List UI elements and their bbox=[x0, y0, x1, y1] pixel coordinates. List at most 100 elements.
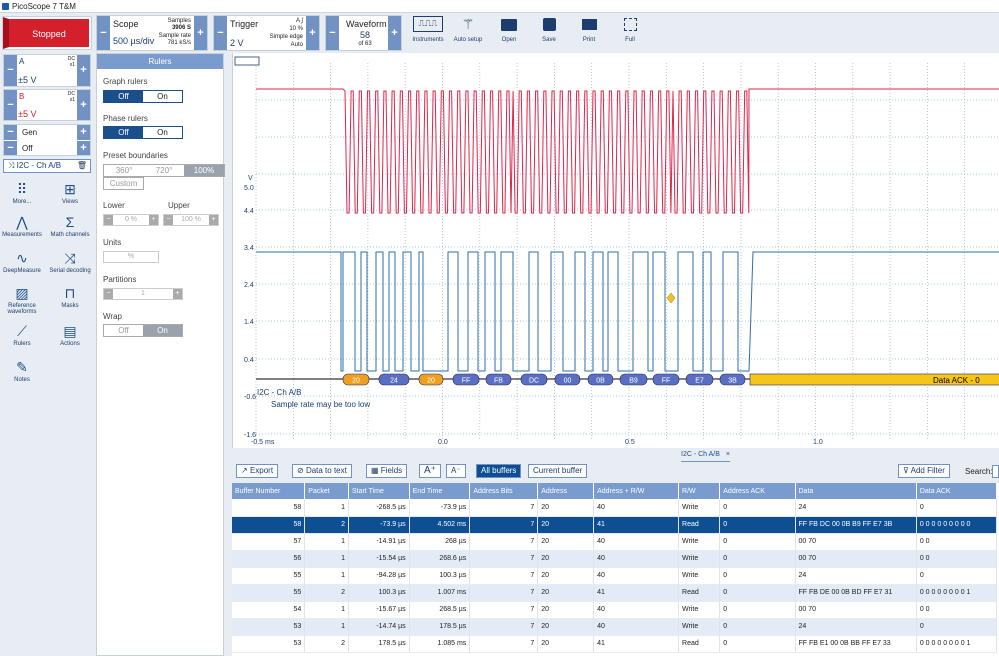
run-stop-button[interactable]: Stopped bbox=[2, 16, 92, 50]
column-header[interactable]: Data ACK bbox=[916, 483, 998, 499]
more-button[interactable]: ⠿ More... bbox=[0, 181, 44, 205]
auto-setup-button[interactable]: ⚚ Auto setup bbox=[452, 16, 484, 43]
add-filter-button[interactable]: ⊽ Add Filter bbox=[898, 464, 950, 478]
channel-a-control[interactable]: − A DC x1 ±5 V + bbox=[3, 54, 91, 87]
decoded-packet[interactable]: 0B bbox=[587, 373, 614, 386]
gen-minus-button[interactable]: − bbox=[4, 125, 17, 140]
ruler-handle-icon[interactable] bbox=[234, 56, 260, 66]
decoded-packet[interactable]: 20 bbox=[342, 373, 370, 386]
decoded-packet[interactable]: DC bbox=[520, 373, 548, 386]
graph-rulers-off[interactable]: Off bbox=[104, 91, 143, 102]
column-header[interactable]: Data bbox=[795, 483, 917, 499]
save-button[interactable]: Save bbox=[535, 16, 563, 43]
column-header[interactable]: Start Time bbox=[348, 483, 410, 499]
table-row[interactable]: 58 1 -268.5 µs -73.9 µs 7 20 40 Write 0 24 0 bbox=[232, 499, 998, 517]
channel-a-minus-button[interactable]: − bbox=[4, 55, 17, 86]
decoded-packet[interactable]: 3B bbox=[719, 373, 746, 386]
serial-decoding-button[interactable]: ⤨ Serial decoding bbox=[48, 250, 92, 274]
rulers-button[interactable]: ⟋ Rulers bbox=[0, 323, 44, 347]
channel-b-control[interactable]: − B DC x1 ±5 V + bbox=[3, 89, 91, 121]
open-button[interactable]: Open bbox=[495, 16, 523, 43]
export-button[interactable]: ↗ Export bbox=[236, 464, 279, 478]
table-row[interactable]: 53 1 -14.74 µs 178.5 µs 7 20 40 Write 0 24 0 bbox=[232, 618, 998, 636]
wrap-on[interactable]: On bbox=[143, 325, 182, 336]
table-row[interactable]: 57 1 -14.91 µs 268 µs 7 20 40 Write 0 00 70 0 0 bbox=[232, 533, 998, 551]
partitions-input[interactable]: −1 + bbox=[103, 288, 183, 300]
channel-a-plus-button[interactable]: + bbox=[77, 55, 90, 86]
preset-boundaries-toggle[interactable]: 360° 720° 100% bbox=[103, 164, 225, 177]
preset-360[interactable]: 360° bbox=[104, 165, 144, 176]
waveform-next-button[interactable]: + bbox=[388, 16, 401, 50]
reference-waveforms-button[interactable]: ▨ Reference waveforms bbox=[0, 285, 44, 315]
phase-rulers-off[interactable]: Off bbox=[104, 127, 143, 138]
waveform-current[interactable]: 58 bbox=[340, 30, 390, 40]
fields-button[interactable]: ▦ Fields bbox=[366, 464, 408, 478]
print-button[interactable]: Print bbox=[575, 16, 603, 43]
delete-icon[interactable]: 🗑 bbox=[77, 160, 87, 172]
gen-state-minus-button[interactable]: − bbox=[4, 141, 17, 155]
table-row[interactable]: 58 2 -73.9 µs 4.502 ms 7 20 41 Read 0 FF FB DC 00… bbox=[232, 516, 998, 534]
waveform-prev-button[interactable]: − bbox=[326, 16, 339, 50]
trigger-minus-button[interactable]: − bbox=[214, 16, 227, 50]
search-input[interactable] bbox=[992, 465, 999, 478]
math-channels-button[interactable]: Σ Math channels bbox=[48, 214, 92, 238]
instruments-button[interactable]: ⎍⎍⎍ Instruments bbox=[410, 16, 446, 43]
waveform-graph[interactable]: 5.0 4.4 3.4 2.4 1.4 0.4 -0.6 -1.6 -0.5 ms 0.0 0.5… bbox=[233, 53, 999, 448]
preset-100[interactable]: 100% bbox=[184, 165, 224, 176]
deepmeasure-button[interactable]: ∿ DeepMeasure bbox=[0, 250, 44, 274]
scope-plot[interactable]: 5.0 4.4 3.4 2.4 1.4 0.4 -0.6 -1.6 -0.5 ms 0.0 0.5… bbox=[232, 53, 999, 448]
current-buffer-button[interactable]: Current buffer bbox=[528, 464, 588, 478]
font-decrease-button[interactable]: A⁻ bbox=[446, 464, 466, 478]
decoded-packet[interactable]: E7 bbox=[685, 373, 714, 386]
views-button[interactable]: ⊞ Views bbox=[48, 181, 92, 205]
gen-state-plus-button[interactable]: + bbox=[77, 141, 90, 155]
column-header[interactable]: Address bbox=[537, 483, 595, 499]
font-increase-button[interactable]: A⁺ bbox=[419, 464, 441, 478]
data-to-text-button[interactable]: ⊘ Data to text bbox=[292, 464, 352, 478]
actions-button[interactable]: ▤ Actions bbox=[48, 323, 92, 347]
measurements-button[interactable]: ⋀ Measurements bbox=[0, 214, 44, 238]
decoded-packet[interactable]: FF bbox=[452, 373, 480, 386]
phase-rulers-toggle[interactable]: Off On bbox=[103, 126, 183, 139]
masks-button[interactable]: ⊓ Masks bbox=[48, 285, 92, 309]
decoder-item[interactable]: ⤨ I2C - Ch A/B 🗑 bbox=[3, 159, 91, 173]
table-row[interactable]: 55 1 -94.28 µs 100.3 µs 7 20 40 Write 0 24 0 bbox=[232, 567, 998, 585]
graph-rulers-on[interactable]: On bbox=[143, 91, 182, 102]
gen-plus-button[interactable]: + bbox=[77, 125, 90, 140]
decoded-packet[interactable]: FF bbox=[652, 373, 680, 386]
generator-control[interactable]: − − Gen Off + + bbox=[3, 124, 91, 156]
all-buffers-button[interactable]: All buffers bbox=[476, 464, 522, 478]
tab-i2c-decoder[interactable]: I2C - Ch A/B × bbox=[681, 451, 730, 462]
timebase-minus-button[interactable]: − bbox=[97, 16, 110, 50]
column-header[interactable]: Address ACK bbox=[719, 483, 796, 499]
full-screen-button[interactable]: Full bbox=[616, 16, 644, 43]
trigger-marker-icon[interactable] bbox=[666, 292, 676, 304]
wrap-toggle[interactable]: Off On bbox=[103, 324, 183, 337]
decoded-packet[interactable]: B9 bbox=[619, 373, 648, 386]
decoded-packet[interactable]: 20 bbox=[418, 373, 444, 386]
trigger-level[interactable]: 2 V bbox=[230, 38, 244, 48]
timebase-plus-button[interactable]: + bbox=[194, 16, 207, 50]
wrap-off[interactable]: Off bbox=[104, 325, 143, 336]
column-header[interactable]: Address + R/W bbox=[593, 483, 680, 499]
timebase-value[interactable]: 500 µs/div bbox=[113, 36, 154, 46]
lower-input[interactable]: −0 % + bbox=[103, 214, 159, 226]
upper-input[interactable]: −100 % + bbox=[163, 214, 219, 226]
column-header[interactable]: End Time bbox=[409, 483, 471, 499]
decoded-packet[interactable]: 00 bbox=[554, 373, 581, 386]
column-header[interactable]: R/W bbox=[678, 483, 721, 499]
channel-b-plus-button[interactable]: + bbox=[77, 90, 90, 120]
column-header[interactable]: Packet bbox=[304, 483, 349, 499]
column-header[interactable]: Buffer Number bbox=[232, 483, 306, 499]
preset-720[interactable]: 720° bbox=[144, 165, 184, 176]
notes-button[interactable]: ✎ Notes bbox=[0, 359, 44, 383]
table-row[interactable]: 54 1 -15.67 µs 268.5 µs 7 20 40 Write 0 00 70 0 0 bbox=[232, 601, 998, 619]
close-icon[interactable]: × bbox=[726, 451, 730, 458]
table-row[interactable]: 55 2 100.3 µs 1.007 ms 7 20 41 Read 0 FF FB DE 00… bbox=[232, 584, 998, 602]
table-row[interactable]: 53 2 178.5 µs 1.085 ms 7 20 41 Read 0 FF FB E1 00… bbox=[232, 635, 998, 653]
graph-rulers-toggle[interactable]: Off On bbox=[103, 90, 183, 103]
decoded-packet[interactable]: FB bbox=[485, 373, 512, 386]
units-input[interactable]: % bbox=[103, 251, 159, 263]
column-header[interactable]: Address Bits bbox=[469, 483, 539, 499]
phase-rulers-on[interactable]: On bbox=[143, 127, 182, 138]
